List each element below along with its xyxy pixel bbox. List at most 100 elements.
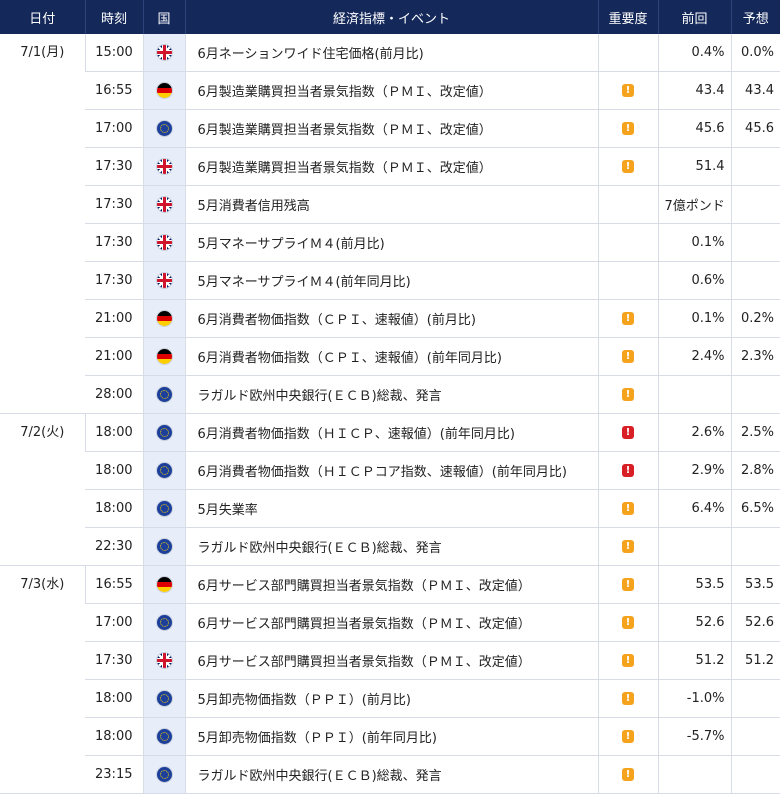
eu-flag-icon — [156, 425, 172, 440]
row-forecast — [730, 679, 780, 718]
importance-medium-icon: ! — [622, 312, 634, 325]
table-row: 17:30 6月サービス部門購買担当者景気指数（ＰＭＩ、改定値）! 51.2 51.2 — [0, 641, 780, 680]
row-importance: ! — [597, 109, 658, 148]
table-row: 17:30 5月消費者信用残高 7億ポンド — [0, 185, 780, 224]
row-time: 17:00 — [85, 109, 143, 148]
table-row: 18:00 6月消費者物価指数（ＨＩＣＰコア指数、速報値）(前年同月比)! 2.9%… — [0, 451, 780, 490]
row-time: 28:00 — [85, 375, 143, 414]
header-event: 経済指標・イベント — [184, 0, 598, 34]
row-event: 6月製造業購買担当者景気指数（ＰＭＩ、改定値） — [184, 147, 598, 186]
row-country — [142, 489, 185, 528]
row-country — [142, 641, 185, 680]
economic-calendar-table: 日付 時刻 国 経済指標・イベント 重要度 前回 予想 7/1(月) 15:00 6… — [0, 0, 780, 794]
eu-flag-icon — [156, 691, 172, 706]
importance-medium-icon: ! — [622, 768, 634, 781]
row-importance: ! — [597, 71, 658, 110]
row-country — [142, 527, 185, 566]
row-country — [142, 755, 185, 794]
row-date: 7/3(水) — [0, 565, 85, 794]
row-previous: 52.6 — [657, 603, 731, 642]
row-time: 18:00 — [85, 489, 143, 528]
row-event: 6月製造業購買担当者景気指数（ＰＭＩ、改定値） — [184, 109, 598, 148]
header-date: 日付 — [0, 0, 85, 34]
row-time: 17:30 — [85, 641, 143, 680]
row-country — [142, 375, 185, 414]
row-event: 5月マネーサプライＭ４(前月比) — [184, 223, 598, 262]
table-row: 21:00 6月消費者物価指数（ＣＰＩ、速報値）(前月比)! 0.1% 0.2% — [0, 299, 780, 338]
row-importance: ! — [597, 337, 658, 376]
row-date: 7/2(火) — [0, 413, 85, 566]
germany-flag-icon — [156, 577, 172, 592]
eu-flag-icon — [156, 463, 172, 478]
table-row: 16:55 6月製造業購買担当者景気指数（ＰＭＩ、改定値）! 43.4 43.4 — [0, 71, 780, 110]
row-forecast: 51.2 — [730, 641, 780, 680]
row-event: 5月消費者信用残高 — [184, 185, 598, 224]
row-event: 6月ネーションワイド住宅価格(前月比) — [184, 34, 598, 72]
table-row: 18:00 5月失業率! 6.4% 6.5% — [0, 489, 780, 528]
eu-flag-icon — [156, 615, 172, 630]
eu-flag-icon — [156, 501, 172, 516]
table-header-row: 日付 時刻 国 経済指標・イベント 重要度 前回 予想 — [0, 0, 780, 34]
row-previous: 6.4% — [657, 489, 731, 528]
row-importance: ! — [597, 451, 658, 490]
header-previous: 前回 — [657, 0, 731, 34]
importance-medium-icon: ! — [622, 122, 634, 135]
row-previous: 7億ポンド — [657, 185, 731, 224]
importance-high-icon: ! — [622, 426, 634, 439]
row-event: 5月失業率 — [184, 489, 598, 528]
table-row: 23:15 ラガルド欧州中央銀行(ＥＣＢ)総裁、発言! — [0, 755, 780, 794]
row-time: 23:15 — [85, 755, 143, 794]
row-time: 17:30 — [85, 147, 143, 186]
header-country: 国 — [142, 0, 185, 34]
row-previous: 43.4 — [657, 71, 731, 110]
table-row: 17:30 5月マネーサプライＭ４(前月比) 0.1% — [0, 223, 780, 262]
header-importance: 重要度 — [597, 0, 658, 34]
row-forecast — [730, 261, 780, 300]
eu-flag-icon — [156, 767, 172, 782]
eu-flag-icon — [156, 387, 172, 402]
germany-flag-icon — [156, 349, 172, 364]
row-previous: 51.2 — [657, 641, 731, 680]
row-country — [142, 109, 185, 148]
row-country — [142, 261, 185, 300]
table-row: 18:00 5月卸売物価指数（ＰＰＩ）(前年同月比)! -5.7% — [0, 717, 780, 756]
uk-flag-icon — [156, 159, 172, 174]
importance-medium-icon: ! — [622, 616, 634, 629]
eu-flag-icon — [156, 539, 172, 554]
row-forecast — [730, 755, 780, 794]
row-event: 6月消費者物価指数（ＣＰＩ、速報値）(前年同月比) — [184, 337, 598, 376]
row-forecast — [730, 527, 780, 566]
row-forecast: 6.5% — [730, 489, 780, 528]
row-previous — [657, 527, 731, 566]
row-previous — [657, 755, 731, 794]
row-country — [142, 223, 185, 262]
row-date: 7/1(月) — [0, 34, 85, 414]
eu-flag-icon — [156, 729, 172, 744]
importance-medium-icon: ! — [622, 578, 634, 591]
uk-flag-icon — [156, 273, 172, 288]
row-previous: -5.7% — [657, 717, 731, 756]
row-previous: 0.4% — [657, 34, 731, 72]
row-previous: 53.5 — [657, 565, 731, 604]
row-time: 18:00 — [85, 717, 143, 756]
row-importance: ! — [597, 527, 658, 566]
row-country — [142, 451, 185, 490]
row-forecast: 2.8% — [730, 451, 780, 490]
row-importance: ! — [597, 147, 658, 186]
row-previous: -1.0% — [657, 679, 731, 718]
row-time: 16:55 — [84, 565, 143, 604]
importance-medium-icon: ! — [622, 654, 634, 667]
row-time: 21:00 — [85, 299, 143, 338]
row-event: 6月消費者物価指数（ＣＰＩ、速報値）(前月比) — [184, 299, 598, 338]
row-event: 6月サービス部門購買担当者景気指数（ＰＭＩ、改定値） — [184, 565, 598, 604]
row-forecast — [730, 717, 780, 756]
row-importance: ! — [597, 679, 658, 718]
row-time: 16:55 — [85, 71, 143, 110]
row-forecast: 0.2% — [730, 299, 780, 338]
table-row: 7/1(月) 15:00 6月ネーションワイド住宅価格(前月比) 0.4% 0.0% — [0, 34, 780, 414]
row-importance: ! — [597, 565, 658, 604]
row-importance: ! — [597, 717, 658, 756]
row-country — [142, 337, 185, 376]
row-previous: 0.1% — [657, 299, 731, 338]
row-time: 17:00 — [85, 603, 143, 642]
